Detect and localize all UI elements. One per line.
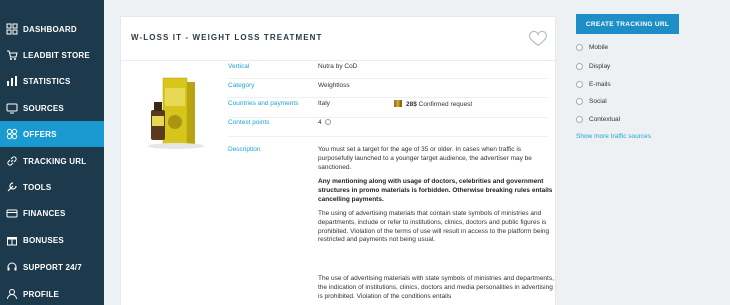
product-image (143, 72, 209, 152)
countries-label: Countries and payments (228, 100, 299, 107)
traffic-source-label: Mobile (589, 44, 609, 51)
sidebar-item-label: Tools (23, 182, 52, 192)
sidebar-item-label: Dashboard (23, 24, 77, 34)
country-value: Italy (318, 100, 330, 107)
support-icon (6, 261, 18, 273)
radio-icon (576, 116, 583, 123)
category-label: Category (228, 82, 255, 89)
sidebar-item-label: Bonuses (23, 235, 64, 245)
description-paragraph: You must set a target for the age of 35 … (318, 146, 532, 171)
offers-icon (6, 128, 18, 140)
sidebar-item-label: Offers (23, 129, 57, 139)
vertical-value: Nutra by CoD (318, 63, 358, 70)
sidebar-item-label: Profile (23, 289, 60, 299)
sidebar-item-bonuses[interactable]: Bonuses (0, 227, 104, 253)
traffic-source-label: E-mails (589, 81, 611, 88)
bonuses-icon (6, 234, 18, 246)
radio-icon (576, 98, 583, 105)
description-paragraph: The use of advertising materials with st… (318, 275, 554, 300)
italy-flag-icon (394, 100, 402, 107)
sidebar-item-finances[interactable]: Finances (0, 200, 104, 226)
description-label: Description (228, 146, 261, 153)
sidebar-item-leadbit-store[interactable]: Leadbit Store (0, 42, 104, 68)
sidebar-item-label: Leadbit Store (23, 50, 90, 60)
profile-icon (6, 288, 18, 300)
sidebar-item-tools[interactable]: Tools (0, 174, 104, 200)
traffic-source-mobile[interactable]: Mobile (576, 44, 608, 51)
traffic-source-label: Display (589, 63, 611, 70)
sidebar-item-statistics[interactable]: Statistics (0, 68, 104, 94)
contest-value-wrap: 4 (318, 119, 331, 126)
description-warning: Any mentioning along with usage of docto… (318, 178, 553, 203)
create-tracking-url-button[interactable]: Create tracking URL (576, 14, 679, 34)
radio-icon (576, 81, 583, 88)
sidebar: Dashboard Leadbit Store Statistics Sourc… (0, 0, 104, 305)
offer-card: W-LOSS IT - WEIGHT LOSS TREATMENT Vertic… (120, 16, 556, 305)
sidebar-item-label: Finances (23, 208, 66, 218)
traffic-source-social[interactable]: Social (576, 98, 607, 105)
traffic-source-label: Social (589, 98, 607, 105)
divider (121, 60, 555, 61)
sidebar-item-label: Support 24/7 (23, 262, 82, 272)
link-icon (6, 155, 18, 167)
sidebar-item-dashboard[interactable]: Dashboard (0, 16, 104, 42)
statistics-icon (6, 75, 18, 87)
dashboard-icon (6, 23, 18, 35)
payout-amount: 28$ (406, 101, 417, 108)
contest-label: Contest points (228, 119, 270, 126)
traffic-source-contextual[interactable]: Contextual (576, 116, 620, 123)
info-icon[interactable] (324, 119, 331, 125)
countries-row: Countries and payments Italy 28$ Confirm… (228, 100, 548, 118)
traffic-source-display[interactable]: Display (576, 63, 610, 70)
finances-icon (6, 207, 18, 219)
category-row: Category Weightloss (228, 82, 548, 98)
offer-title: W-LOSS IT - WEIGHT LOSS TREATMENT (131, 33, 323, 42)
contest-value: 4 (318, 119, 322, 126)
sidebar-item-tracking-url[interactable]: Tracking URL (0, 148, 104, 174)
sidebar-item-offers[interactable]: Offers (0, 121, 104, 147)
payout-note: Confirmed request (418, 101, 473, 108)
heart-icon[interactable] (527, 27, 549, 49)
payout: 28$ Confirmed request (394, 100, 472, 108)
tools-icon (6, 181, 18, 193)
store-icon (6, 49, 18, 61)
contest-row: Contest points 4 (228, 119, 548, 137)
radio-icon (576, 44, 583, 51)
sidebar-item-label: Tracking URL (23, 156, 87, 166)
sidebar-item-label: Sources (23, 103, 64, 113)
vertical-label: Vertical (228, 63, 250, 70)
radio-icon (576, 63, 583, 70)
description-paragraph: The using of advertising materials that … (318, 210, 550, 244)
category-value: Weightloss (318, 82, 350, 89)
sidebar-item-label: Statistics (23, 76, 71, 86)
traffic-source-emails[interactable]: E-mails (576, 81, 611, 88)
sidebar-item-sources[interactable]: Sources (0, 95, 104, 121)
show-more-sources-link[interactable]: Show more traffic sources (576, 133, 651, 140)
sidebar-item-profile[interactable]: Profile (0, 281, 104, 305)
vertical-row: Vertical Nutra by CoD (228, 63, 548, 79)
traffic-source-label: Contextual (589, 116, 621, 123)
sources-icon (6, 102, 18, 114)
sidebar-item-support[interactable]: Support 24/7 (0, 254, 104, 280)
